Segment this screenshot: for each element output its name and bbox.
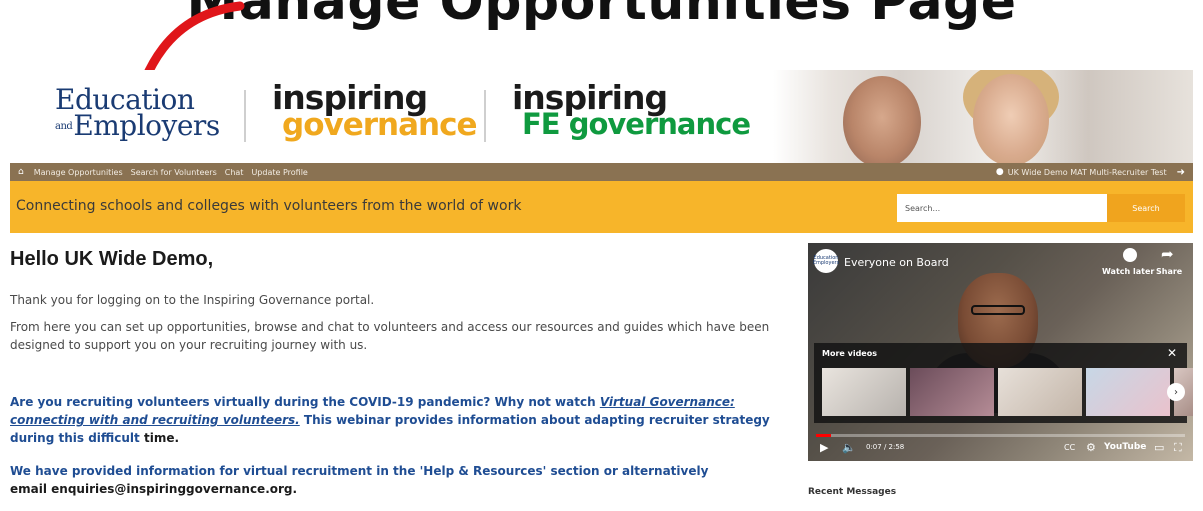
video-title[interactable]: Everyone on Board — [844, 256, 949, 269]
presenter-glasses — [971, 305, 1025, 315]
inspiring-fe-governance-logo[interactable]: inspiring FE governance — [512, 81, 751, 142]
progress-bar[interactable] — [816, 434, 1185, 437]
channel-avatar[interactable]: Education Employers — [813, 249, 839, 273]
fullscreen-icon[interactable]: ⛶ — [1174, 441, 1182, 455]
education-employers-logo[interactable]: Education andEmployers — [55, 86, 220, 140]
cast-icon[interactable]: ▭ — [1154, 441, 1164, 454]
video-player[interactable]: Education Employers Everyone on Board Wa… — [808, 243, 1193, 461]
inspiring-governance-logo[interactable]: inspiring governance — [272, 81, 477, 144]
nav-user-area: ● UK Wide Demo MAT Multi-Recruiter Test … — [996, 167, 1185, 178]
share-label[interactable]: Share — [1156, 267, 1182, 276]
page-title: Hello UK Wide Demo, — [10, 248, 214, 270]
nav-update-profile[interactable]: Update Profile — [251, 168, 307, 177]
covid-notice: Are you recruiting volunteers virtually … — [10, 393, 800, 447]
main-nav: ⌂ Manage Opportunities Search for Volunt… — [10, 163, 1193, 181]
recent-messages-heading: Recent Messages — [808, 487, 897, 497]
video-thumbnail[interactable] — [910, 368, 994, 416]
description-paragraph: From here you can set up opportunities, … — [10, 320, 770, 352]
virtual-lead: We have provided information for virtual… — [10, 464, 709, 478]
volume-icon[interactable]: 🔈 — [842, 441, 856, 454]
clock-icon[interactable] — [1123, 248, 1137, 262]
logo-line2: andEmployers — [55, 112, 220, 140]
tagline: Connecting schools and colleges with vol… — [16, 198, 522, 214]
logout-icon[interactable]: ➜ — [1177, 167, 1185, 178]
site-header: Education andEmployers inspiring governa… — [10, 70, 1193, 163]
nav-chat[interactable]: Chat — [225, 168, 244, 177]
close-icon[interactable]: ✕ — [1167, 346, 1177, 360]
player-controls: ▶ 🔈 0:07 / 2:58 CC ⚙ YouTube ▭ ⛶ — [808, 429, 1193, 461]
search-button[interactable]: Search — [1107, 194, 1185, 222]
watch-later-label[interactable]: Watch later — [1102, 267, 1154, 276]
logo-divider — [244, 90, 246, 142]
more-videos-panel: More videos ✕ › — [814, 343, 1193, 423]
email-text[interactable]: email enquiries@inspiringgovernance.org. — [10, 482, 297, 496]
covid-lead: Are you recruiting volunteers virtually … — [10, 395, 600, 409]
video-thumbnail[interactable] — [998, 368, 1082, 416]
captions-icon[interactable]: CC — [1064, 443, 1075, 452]
more-videos-title: More videos — [822, 349, 877, 358]
home-icon[interactable]: ⌂ — [18, 167, 24, 177]
user-icon: ● — [995, 167, 1004, 177]
settings-icon[interactable]: ⚙ — [1086, 441, 1096, 454]
nav-manage-opportunities[interactable]: Manage Opportunities — [34, 168, 123, 177]
header-photo-strip — [773, 70, 1193, 163]
time-display: 0:07 / 2:58 — [866, 443, 905, 451]
share-icon[interactable]: ➦ — [1161, 245, 1174, 263]
logo-employers: Employers — [73, 109, 220, 142]
nav-user-name[interactable]: UK Wide Demo MAT Multi-Recruiter Test — [1008, 168, 1167, 177]
logo-divider — [484, 90, 486, 142]
main-content: Hello UK Wide Demo, Thank you for loggin… — [10, 233, 800, 511]
covid-end: time. — [143, 431, 180, 445]
chevron-right-icon[interactable]: › — [1167, 383, 1185, 401]
virtual-recruitment-notice: We have provided information for virtual… — [10, 462, 710, 498]
ig-bottom: governance — [282, 107, 477, 144]
woman-photo — [973, 74, 1049, 163]
intro-paragraph: Thank you for logging on to the Inspirin… — [10, 293, 375, 307]
nav-search-volunteers[interactable]: Search for Volunteers — [131, 168, 217, 177]
man-photo — [843, 76, 921, 163]
progress-fill — [816, 434, 831, 437]
play-icon[interactable]: ▶ — [820, 441, 828, 454]
video-thumbnail[interactable] — [822, 368, 906, 416]
logo-and: and — [55, 121, 73, 132]
youtube-logo[interactable]: YouTube — [1104, 442, 1146, 452]
search-input[interactable] — [897, 194, 1107, 222]
video-thumbnail[interactable] — [1086, 368, 1170, 416]
tagline-banner: Connecting schools and colleges with vol… — [10, 181, 1193, 233]
fe-bottom: FE governance — [522, 107, 751, 142]
